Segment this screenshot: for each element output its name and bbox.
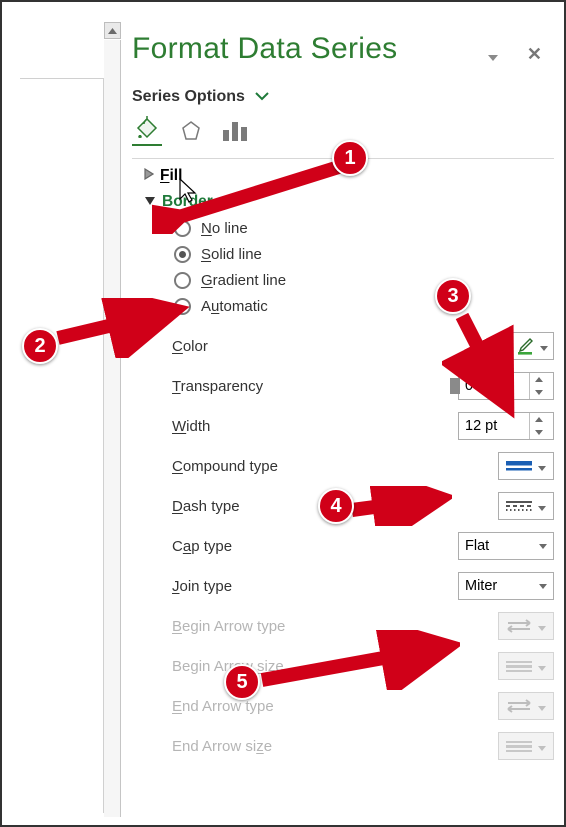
border-section-toggle[interactable]: Border: [144, 193, 554, 211]
chevron-down-icon: [540, 338, 548, 355]
gradient-line-label: Gradient line: [201, 272, 286, 289]
automatic-label: Automatic: [201, 298, 268, 315]
series-options-dropdown[interactable]: Series Options: [132, 88, 554, 106]
callout-5: 5: [224, 664, 260, 700]
transparency-input-box: [458, 372, 554, 400]
callout-3: 3: [435, 278, 471, 314]
cap-type-select[interactable]: Flat: [458, 532, 554, 560]
width-input-box: [458, 412, 554, 440]
end-arrow-size-label: End Arrow size: [172, 738, 272, 755]
tab-fill-line[interactable]: [132, 116, 162, 146]
join-type-select[interactable]: Miter: [458, 572, 554, 600]
compound-type-label: Compound type: [172, 458, 278, 475]
compound-type-dropdown[interactable]: [498, 452, 554, 480]
begin-arrow-type-label: Begin Arrow type: [172, 618, 285, 635]
tab-series-options[interactable]: [220, 116, 250, 146]
series-options-label: Series Options: [132, 88, 245, 105]
no-line-label: No line: [201, 220, 248, 237]
color-picker-dropdown[interactable]: [510, 332, 554, 360]
dash-type-label: Dash type: [172, 498, 240, 515]
tab-effects[interactable]: [176, 116, 206, 146]
format-data-series-panel: Format Data Series ✕ Series Options Fill: [132, 12, 554, 817]
end-arrow-size-dropdown: [498, 732, 554, 760]
join-type-value: Miter: [465, 578, 497, 594]
transparency-input[interactable]: [459, 378, 529, 394]
width-label: Width: [172, 418, 210, 435]
callout-4: 4: [318, 488, 354, 524]
width-increase[interactable]: [530, 413, 547, 426]
transparency-decrease[interactable]: [530, 386, 547, 399]
callout-1: 1: [332, 140, 368, 176]
end-arrow-type-dropdown: [498, 692, 554, 720]
radio-no-line[interactable]: [174, 220, 191, 237]
radio-solid-line[interactable]: [174, 246, 191, 263]
transparency-increase[interactable]: [530, 373, 547, 386]
width-input[interactable]: [459, 418, 529, 434]
color-label: Color: [172, 338, 208, 355]
triangle-right-icon: [144, 167, 154, 185]
begin-arrow-size-dropdown: [498, 652, 554, 680]
radio-gradient-line[interactable]: [174, 272, 191, 289]
close-button[interactable]: ✕: [527, 44, 542, 65]
transparency-label: Transparency: [172, 378, 263, 395]
end-arrow-type-label: End Arrow type: [172, 698, 274, 715]
cap-type-label: Cap type: [172, 538, 232, 555]
join-type-label: Join type: [172, 578, 232, 595]
scroll-up-button[interactable]: [104, 22, 121, 39]
chevron-down-icon: [255, 88, 269, 105]
begin-arrow-type-dropdown: [498, 612, 554, 640]
callout-2: 2: [22, 328, 58, 364]
triangle-down-icon: [144, 193, 156, 211]
width-decrease[interactable]: [530, 426, 547, 439]
dash-type-dropdown[interactable]: [498, 492, 554, 520]
panel-menu-dropdown[interactable]: [488, 48, 498, 65]
cap-type-value: Flat: [465, 538, 489, 554]
radio-automatic[interactable]: [174, 298, 191, 315]
solid-line-label: Solid line: [201, 246, 262, 263]
